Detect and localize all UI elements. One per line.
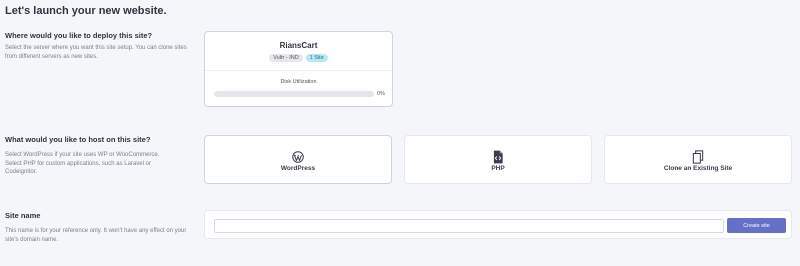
wordpress-icon [292, 151, 304, 163]
host-option-label: WordPress [280, 165, 316, 172]
copy-icon [692, 150, 704, 164]
page-title: Let's launch your new website. [5, 5, 167, 17]
deploy-section-title: Where would you like to deploy this site… [5, 31, 153, 40]
host-option-label: PHP [491, 165, 505, 172]
site-name-card: Create site [204, 210, 792, 239]
host-option-wordpress[interactable]: WordPress [204, 135, 392, 184]
disk-utilization-bar [214, 91, 374, 97]
deploy-section-description: Select the server where you want this si… [5, 45, 187, 60]
server-card[interactable]: RiansCart Vultr - IND 1 Site Disk Utiliz… [204, 31, 393, 107]
site-name-description: This name is for your reference only. It… [5, 228, 187, 243]
site-name-title: Site name [5, 211, 41, 220]
host-option-label: Clone an Existing Site [663, 165, 733, 172]
php-file-icon [493, 150, 503, 164]
sites-count-tag: 1 Site [305, 54, 328, 62]
host-option-clone[interactable]: Clone an Existing Site [604, 135, 792, 184]
provider-tag: Vultr - IND [269, 54, 303, 62]
host-section-description: Select WordPress if your site uses WP or… [5, 152, 160, 175]
host-option-php[interactable]: PHP [404, 135, 592, 184]
server-tags: Vultr - IND 1 Site [205, 54, 392, 62]
site-name-input[interactable] [214, 219, 724, 233]
disk-utilization-percent: 0% [377, 91, 385, 97]
server-name: RiansCart [279, 41, 318, 50]
divider [205, 70, 392, 71]
disk-utilization: 0% [214, 91, 576, 97]
create-site-button[interactable]: Create site [727, 218, 786, 233]
host-section-title: What would you like to host on this site… [5, 135, 151, 144]
disk-utilization-label: Disk Utilization [280, 79, 317, 85]
